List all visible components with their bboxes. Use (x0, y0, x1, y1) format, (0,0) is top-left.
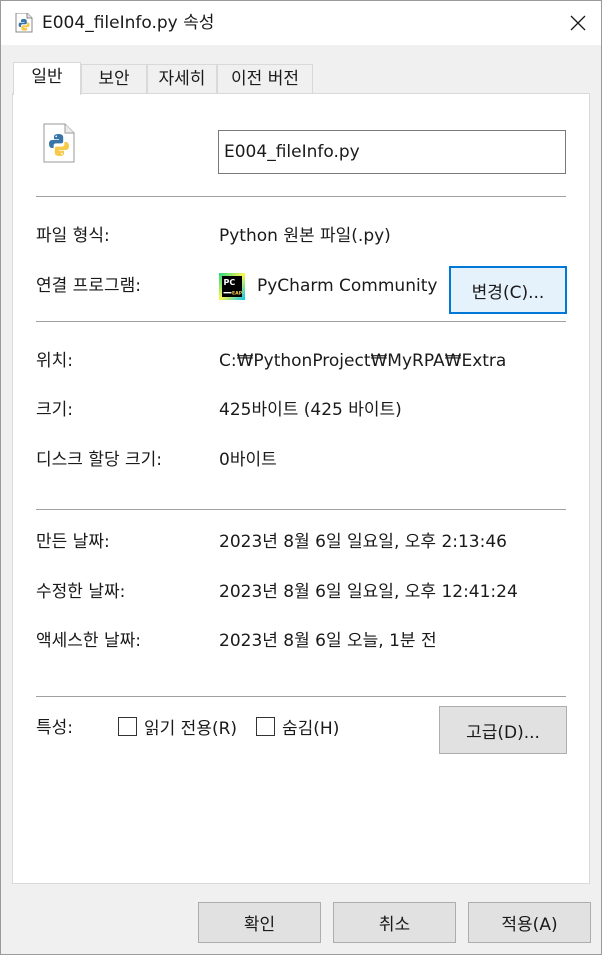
modified-label: 수정한 날짜: (36, 582, 126, 602)
pycharm-icon-bottom-text: EAP (232, 291, 243, 297)
close-icon (570, 15, 586, 31)
separator (36, 696, 566, 697)
hidden-checkbox[interactable] (256, 717, 275, 736)
file-type-value: Python 원본 파일(.py) (219, 226, 391, 246)
file-type-label: 파일 형식: (36, 226, 110, 246)
pycharm-icon-top-text: PC (224, 278, 236, 287)
size-value: 425바이트 (425 바이트) (219, 400, 402, 420)
tab-security[interactable]: 보안 (81, 64, 147, 93)
opens-with-label: 연결 프로그램: (36, 276, 141, 296)
readonly-label[interactable]: 읽기 전용(R) (144, 718, 237, 740)
advanced-button[interactable]: 고급(D)... (439, 706, 567, 754)
created-label: 만든 날짜: (36, 532, 110, 552)
change-button[interactable]: 변경(C)... (449, 266, 567, 314)
disk-size-value: 0바이트 (219, 450, 277, 470)
ok-button[interactable]: 확인 (198, 902, 321, 943)
modified-value: 2023년 8월 6일 일요일, 오후 12:41:24 (219, 582, 518, 602)
window-title: E004_fileInfo.py 속성 (42, 13, 215, 33)
properties-dialog: E004_fileInfo.py 속성 일반 보안 자세히 이전 버전 파일 형… (0, 0, 602, 955)
attributes-label: 특성: (36, 718, 74, 738)
title-bar: E004_fileInfo.py 속성 (1, 1, 601, 45)
apply-button[interactable]: 적용(A) (468, 902, 591, 943)
python-file-icon (43, 123, 75, 163)
separator (36, 509, 566, 510)
cancel-button[interactable]: 취소 (333, 902, 456, 943)
close-button[interactable] (555, 1, 601, 45)
readonly-checkbox[interactable] (118, 717, 137, 736)
pycharm-icon: PC EAP (219, 273, 245, 300)
tab-general[interactable]: 일반 (13, 62, 81, 95)
separator (36, 196, 566, 197)
file-name-input[interactable] (218, 130, 566, 174)
accessed-value: 2023년 8월 6일 오늘, 1분 전 (219, 631, 437, 651)
general-tab-panel (12, 93, 590, 884)
size-label: 크기: (36, 400, 74, 420)
location-label: 위치: (36, 351, 74, 371)
separator (36, 321, 566, 322)
tab-details[interactable]: 자세히 (147, 64, 217, 93)
hidden-label[interactable]: 숨김(H) (282, 718, 339, 740)
tab-previous-versions[interactable]: 이전 버전 (217, 64, 313, 93)
location-value: C:₩PythonProject₩MyRPA₩Extra (219, 351, 507, 371)
python-file-icon (15, 13, 33, 33)
disk-size-label: 디스크 할당 크기: (36, 450, 163, 470)
created-value: 2023년 8월 6일 일요일, 오후 2:13:46 (219, 532, 507, 552)
accessed-label: 액세스한 날짜: (36, 631, 141, 651)
opens-with-value: PyCharm Community Edition (257, 276, 438, 296)
